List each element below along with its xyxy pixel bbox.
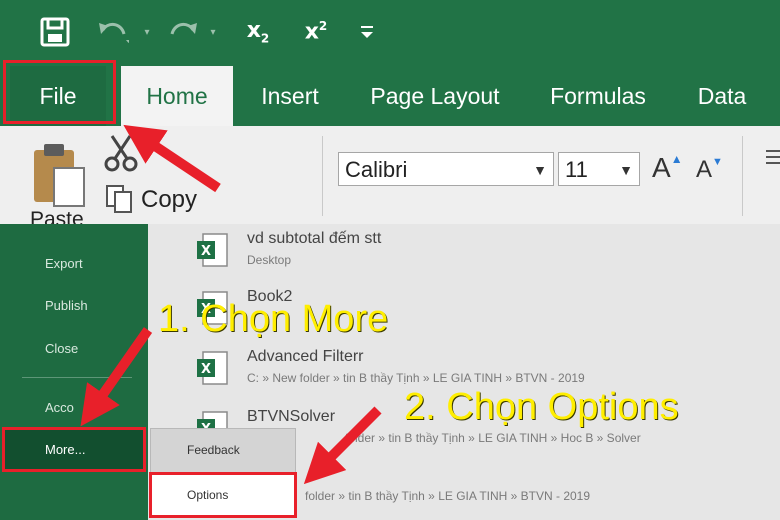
arrow-to-options — [303, 406, 382, 485]
step2-callout: 2. Chọn Options — [404, 386, 679, 428]
step1-callout: 1. Chọn More — [158, 298, 389, 340]
arrow-to-more — [80, 327, 153, 427]
arrow-to-file-tab — [123, 124, 221, 193]
annotation-arrows — [80, 124, 382, 485]
